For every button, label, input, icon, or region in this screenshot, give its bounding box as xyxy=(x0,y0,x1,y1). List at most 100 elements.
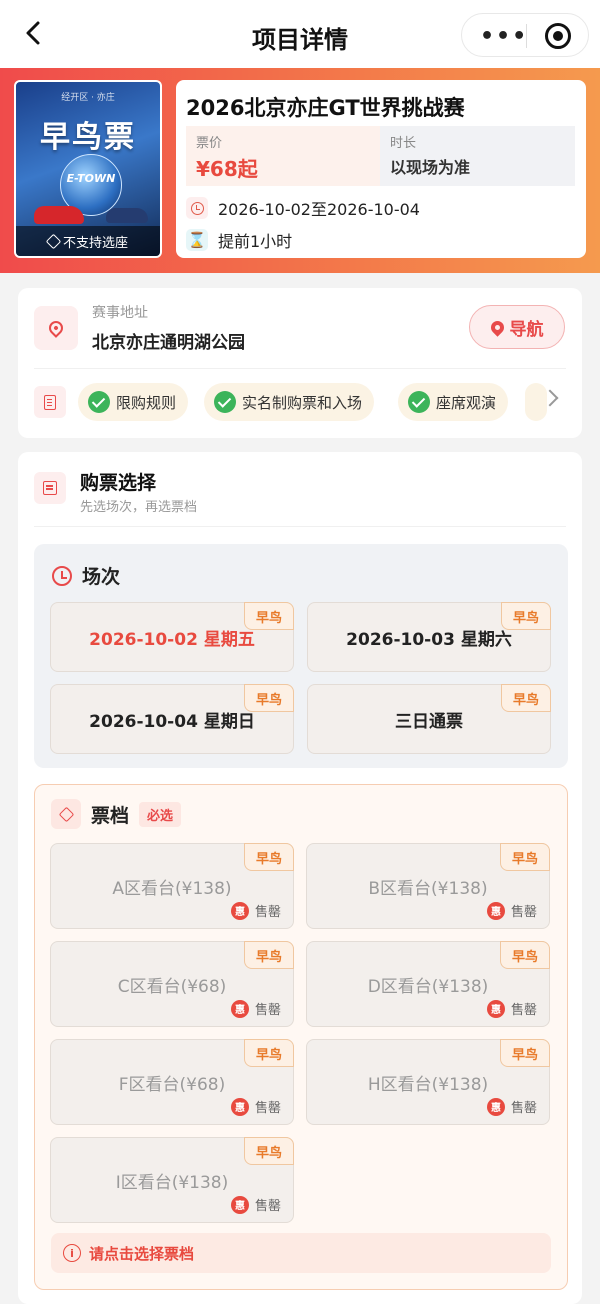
session-label: 2026-10-03 星期六 xyxy=(346,629,512,650)
event-title: 2026北京亦庄GT世界挑战赛 xyxy=(186,96,465,120)
chip-real-name[interactable]: 实名制购票和入场 xyxy=(204,383,375,421)
discount-icon: 惠 xyxy=(230,1097,249,1116)
sold-out-label: 售罄 xyxy=(510,1003,537,1018)
early-bird-badge: 早鸟 xyxy=(501,602,551,630)
session-title: 场次 xyxy=(82,566,121,588)
discount-icon: 惠 xyxy=(486,999,505,1018)
early-bird-badge: 早鸟 xyxy=(244,1137,294,1165)
more-icon[interactable]: ••• xyxy=(480,24,528,49)
session-option[interactable]: 2026-10-04 星期日 早鸟 xyxy=(50,684,294,754)
tier-option[interactable]: B区看台(¥138) 早鸟 惠售罄 xyxy=(306,843,550,929)
sold-out: 惠售罄 xyxy=(230,901,281,920)
required-badge: 必选 xyxy=(139,801,182,827)
navigate-pin-icon xyxy=(487,317,507,337)
tier-option[interactable]: I区看台(¥138) 早鸟 惠售罄 xyxy=(50,1137,294,1223)
advance-time: 提前1小时 xyxy=(218,232,293,251)
discount-icon: 惠 xyxy=(230,1195,249,1214)
tier-option[interactable]: H区看台(¥138) 早鸟 惠售罄 xyxy=(306,1039,550,1125)
clock-icon xyxy=(52,565,72,586)
tag-icon xyxy=(45,233,62,249)
sold-out-label: 售罄 xyxy=(254,1101,281,1116)
sold-out-label: 售罄 xyxy=(510,1101,537,1116)
purchase-title: 购票选择 xyxy=(80,472,157,494)
tier-option[interactable]: C区看台(¥68) 早鸟 惠售罄 xyxy=(50,941,294,1027)
tier-name: C区看台(¥68) xyxy=(117,977,227,997)
event-poster[interactable]: 经开区 · 亦庄 早鸟票 E-TOWN 不支持选座 xyxy=(14,80,162,258)
purchase-divider xyxy=(34,526,566,527)
tier-name: A区看台(¥138) xyxy=(112,879,232,899)
tier-option[interactable]: F区看台(¥68) 早鸟 惠售罄 xyxy=(50,1039,294,1125)
duration-label: 时长 xyxy=(390,136,417,151)
early-bird-badge: 早鸟 xyxy=(500,1039,550,1067)
chip-purchase-limit[interactable]: 限购规则 xyxy=(78,383,189,421)
chip-label: 座席观演 xyxy=(436,393,497,412)
session-option[interactable]: 2026-10-03 星期六 早鸟 xyxy=(307,602,551,672)
sold-out-label: 售罄 xyxy=(254,1003,281,1018)
early-bird-badge: 早鸟 xyxy=(500,941,550,969)
chip-label: 实名制购票和入场 xyxy=(242,393,363,412)
sold-out-label: 售罄 xyxy=(254,905,281,920)
chip-seating[interactable]: 座席观演 xyxy=(398,383,509,421)
session-header: 场次 xyxy=(52,562,120,589)
venue-divider xyxy=(34,368,566,369)
calendar-icon xyxy=(34,472,66,504)
chip-label: 限购规则 xyxy=(116,393,177,412)
navigate-button[interactable]: 导航 xyxy=(469,305,565,349)
sold-out: 惠售罄 xyxy=(230,999,281,1018)
navigation-bar: 项目详情 ••• xyxy=(0,0,600,68)
sold-out-label: 售罄 xyxy=(254,1199,281,1214)
date-range: 2026-10-02至2026-10-04 xyxy=(218,200,420,219)
check-icon xyxy=(214,391,236,413)
price-block: 票价 ¥68起 xyxy=(186,126,380,186)
price-label: 票价 xyxy=(196,136,223,151)
session-option[interactable]: 三日通票 早鸟 xyxy=(307,684,551,754)
info-icon: i xyxy=(63,1244,81,1262)
poster-race-car-red xyxy=(34,206,84,224)
sold-out: 惠售罄 xyxy=(486,999,537,1018)
early-bird-badge: 早鸟 xyxy=(501,684,551,712)
clock-icon xyxy=(186,197,208,219)
session-label: 2026-10-02 星期五 xyxy=(89,629,255,650)
sold-out-label: 售罄 xyxy=(510,905,537,920)
price-value: ¥68起 xyxy=(196,157,258,181)
sold-out: 惠售罄 xyxy=(230,1195,281,1214)
duration-value: 以现场为准 xyxy=(390,158,471,177)
date-row: 2026-10-02至2026-10-04 xyxy=(186,196,420,220)
discount-icon: 惠 xyxy=(486,901,505,920)
session-section: 场次 2026-10-02 星期五 早鸟 2026-10-03 星期六 早鸟 2… xyxy=(34,544,568,768)
early-bird-badge: 早鸟 xyxy=(244,602,294,630)
hourglass-icon: ⌛ xyxy=(186,229,208,251)
tier-name: F区看台(¥68) xyxy=(118,1075,226,1095)
event-hero: 经开区 · 亦庄 早鸟票 E-TOWN 不支持选座 2026北京亦庄GT世界挑战… xyxy=(0,68,600,273)
capsule-divider xyxy=(526,24,527,48)
document-icon xyxy=(34,386,66,418)
poster-brand: 经开区 · 亦庄 xyxy=(61,93,115,103)
tier-option[interactable]: A区看台(¥138) 早鸟 惠售罄 xyxy=(50,843,294,929)
session-option[interactable]: 2026-10-02 星期五 早鸟 xyxy=(50,602,294,672)
tier-title: 票档 xyxy=(91,804,130,827)
early-bird-badge: 早鸟 xyxy=(244,941,294,969)
tier-name: I区看台(¥138) xyxy=(115,1173,229,1193)
tier-name: D区看台(¥138) xyxy=(367,977,489,997)
event-info-card: 2026北京亦庄GT世界挑战赛 票价 ¥68起 时长 以现场为准 2026-10… xyxy=(176,80,586,258)
tag-icon xyxy=(51,799,81,829)
early-bird-badge: 早鸟 xyxy=(244,1039,294,1067)
venue-address: 北京亦庄通明湖公园 xyxy=(92,333,245,353)
chip-overflow xyxy=(525,383,547,421)
close-target-icon[interactable] xyxy=(545,23,571,49)
venue-card: 赛事地址 北京亦庄通明湖公园 导航 限购规则 实名制购票和入场 座席观演 xyxy=(18,288,582,438)
sold-out: 惠售罄 xyxy=(486,1097,537,1116)
poster-headline: 早鸟票 xyxy=(40,120,136,155)
discount-icon: 惠 xyxy=(486,1097,505,1116)
tier-header: 票档 必选 xyxy=(51,799,182,829)
sold-out: 惠售罄 xyxy=(486,901,537,920)
poster-race-car-blue xyxy=(106,208,148,223)
location-pin-icon xyxy=(34,306,78,350)
check-icon xyxy=(88,391,110,413)
tier-name: B区看台(¥138) xyxy=(368,879,488,899)
sold-out: 惠售罄 xyxy=(230,1097,281,1116)
session-label: 三日通票 xyxy=(395,711,463,732)
tier-option[interactable]: D区看台(¥138) 早鸟 惠售罄 xyxy=(306,941,550,1027)
venue-label: 赛事地址 xyxy=(92,305,148,321)
early-bird-badge: 早鸟 xyxy=(244,843,294,871)
